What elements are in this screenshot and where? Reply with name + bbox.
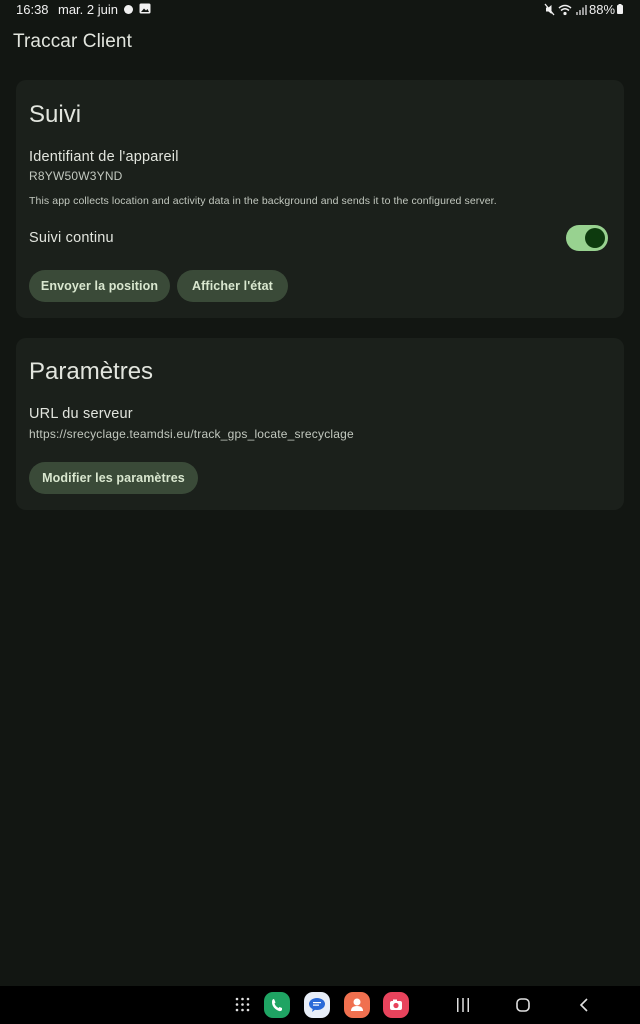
app-title: Traccar Client [13,31,132,52]
suivi-card: Suivi Identifiant de l'appareil R8YW50W3… [16,80,624,318]
device-id-value: R8YW50W3YND [29,169,123,183]
suivi-title: Suivi [29,101,82,128]
messages-app-icon[interactable] [304,992,330,1018]
battery-icon [617,4,623,14]
send-position-button[interactable]: Envoyer la position [29,270,170,302]
recent-apps-icon[interactable] [456,998,470,1012]
parametres-card: Paramètres URL du serveur https://srecyc… [16,338,624,510]
camera-app-icon[interactable] [383,992,409,1018]
battery-percentage: 88% [589,2,616,17]
data-collection-description: This app collects location and activity … [29,195,497,207]
server-url-value: https://srecyclage.teamdsi.eu/track_gps_… [29,427,354,441]
show-status-button[interactable]: Afficher l'état [177,270,288,302]
gallery-notification-icon [139,3,151,14]
continuous-tracking-switch[interactable] [566,225,608,251]
person-icon [351,998,363,1011]
status-bar: 16:38 mar. 2 juin 88% [0,0,640,20]
status-date: mar. 2 juin [58,2,118,17]
mute-wifi-signal-icons [544,3,587,16]
phone-app-icon[interactable] [264,992,290,1018]
status-time: 16:38 [16,2,49,17]
contacts-app-icon[interactable] [344,992,370,1018]
chat-bubble-icon [309,998,325,1012]
edit-settings-button[interactable]: Modifier les paramètres [29,462,198,494]
phone-icon [272,999,282,1012]
app-drawer-icon[interactable] [235,997,250,1012]
camera-icon [390,999,402,1010]
navigation-bar [0,986,640,1024]
back-icon[interactable] [578,998,590,1012]
switch-thumb [585,228,605,248]
continuous-tracking-label: Suivi continu [29,230,114,246]
notification-dot-icon [124,5,133,14]
device-id-label: Identifiant de l'appareil [29,149,179,165]
server-url-label: URL du serveur [29,406,133,422]
home-icon[interactable] [516,998,530,1012]
parametres-title: Paramètres [29,358,154,385]
